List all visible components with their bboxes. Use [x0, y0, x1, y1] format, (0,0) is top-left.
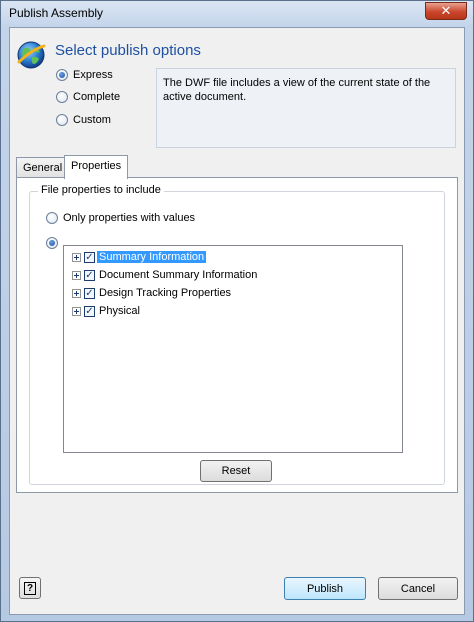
radio-values-only[interactable] — [46, 212, 58, 224]
reset-button[interactable]: Reset — [200, 460, 272, 482]
radio-complete[interactable] — [56, 91, 68, 103]
properties-tab-panel: File properties to include Only properti… — [16, 177, 458, 493]
node-checkbox[interactable]: ✓ — [84, 287, 95, 299]
properties-tree[interactable]: ✓ Summary Information ✓ Document Summary… — [63, 245, 403, 453]
file-properties-group: File properties to include Only properti… — [29, 184, 445, 485]
node-checkbox[interactable]: ✓ — [84, 251, 95, 263]
reset-button-label: Reset — [221, 465, 251, 477]
expand-icon[interactable] — [72, 288, 81, 298]
cancel-button-label: Cancel — [400, 582, 436, 595]
header-title: Select publish options — [55, 42, 201, 59]
publish-button-label: Publish — [306, 582, 344, 595]
publish-assembly-dialog: Publish Assembly ✕ Select publish option… — [0, 0, 474, 622]
option-values-only-label: Only properties with values — [63, 212, 196, 224]
radio-express[interactable] — [56, 69, 68, 81]
node-label: Design Tracking Properties — [99, 287, 232, 299]
globe-publish-icon — [17, 41, 46, 69]
tab-properties-label: Properties — [71, 160, 122, 172]
dialog-client-area: Select publish options Express Complete … — [9, 27, 465, 615]
option-complete[interactable]: Complete — [56, 91, 120, 103]
tree-node[interactable]: ✓ Physical — [72, 303, 142, 319]
node-label: Document Summary Information — [99, 269, 258, 281]
option-selected-properties[interactable] — [46, 237, 63, 249]
node-label: Summary Information — [97, 251, 207, 263]
cancel-button[interactable]: Cancel — [378, 577, 458, 600]
tab-properties[interactable]: Properties — [64, 155, 129, 179]
option-custom[interactable]: Custom — [56, 114, 111, 126]
close-button[interactable]: ✕ — [425, 2, 467, 20]
window-title: Publish Assembly — [9, 6, 104, 20]
tree-node[interactable]: ✓ Summary Information — [72, 249, 207, 265]
expand-icon[interactable] — [72, 306, 81, 316]
publish-button[interactable]: Publish — [284, 577, 366, 600]
option-complete-label: Complete — [73, 91, 121, 103]
tree-node[interactable]: ✓ Document Summary Information — [72, 267, 259, 283]
tab-general[interactable]: General — [16, 157, 70, 177]
node-checkbox[interactable]: ✓ — [84, 269, 95, 281]
option-description: The DWF file includes a view of the curr… — [156, 68, 456, 148]
option-express[interactable]: Express — [56, 69, 113, 81]
option-express-label: Express — [73, 69, 113, 81]
radio-selected-properties[interactable] — [46, 237, 58, 249]
node-checkbox[interactable]: ✓ — [84, 305, 95, 317]
close-icon: ✕ — [440, 3, 452, 18]
group-label: File properties to include — [38, 184, 164, 196]
radio-custom[interactable] — [56, 114, 68, 126]
tree-node[interactable]: ✓ Design Tracking Properties — [72, 285, 233, 301]
option-values-only[interactable]: Only properties with values — [46, 212, 195, 224]
title-bar[interactable]: Publish Assembly ✕ — [1, 1, 473, 27]
help-icon: ? — [24, 581, 36, 595]
option-custom-label: Custom — [73, 114, 111, 126]
expand-icon[interactable] — [72, 252, 81, 262]
tab-general-label: General — [23, 162, 63, 174]
help-button[interactable]: ? — [19, 577, 41, 599]
expand-icon[interactable] — [72, 270, 81, 280]
node-label: Physical — [99, 305, 140, 317]
